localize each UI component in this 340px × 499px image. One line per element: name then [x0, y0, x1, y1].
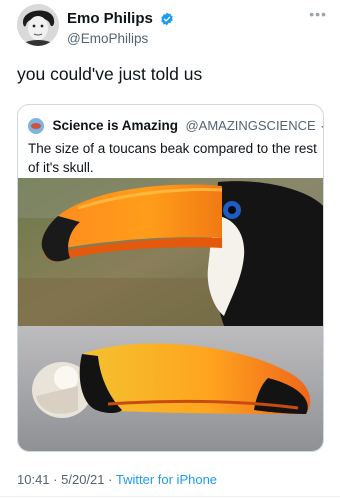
tweet-header: Emo Philips @EmoPhilips ••• — [17, 4, 327, 48]
separator-dot: · — [108, 472, 113, 487]
avatar-portrait-icon — [17, 4, 59, 46]
divider — [0, 496, 340, 497]
more-dots-icon[interactable]: ••• — [309, 6, 327, 22]
verified-badge-icon — [161, 12, 174, 26]
tweet-meta: 10:41 · 5/20/21 · Twitter for iPhone — [17, 472, 217, 487]
quoted-media[interactable] — [18, 178, 323, 451]
author-display-name[interactable]: Emo Philips — [67, 10, 153, 27]
quoted-handle: @AMAZINGSCIENCE — [185, 118, 316, 134]
tweet-source-link[interactable]: Twitter for iPhone — [116, 472, 217, 487]
quoted-tweet-header: Science is Amazing @AMAZINGSCIENCE · 9h — [28, 117, 323, 135]
tweet-date[interactable]: 5/20/21 — [61, 472, 104, 487]
separator-dot: · — [53, 472, 58, 487]
tweet-time[interactable]: 10:41 — [17, 472, 50, 487]
quoted-tweet[interactable]: Science is Amazing @AMAZINGSCIENCE · 9h … — [17, 104, 324, 452]
quoted-tweet-text: The size of a toucans beak compared to t… — [28, 141, 317, 175]
tweet-text: you could've just told us — [17, 64, 203, 84]
avatar[interactable] — [17, 4, 59, 46]
author-handle[interactable]: @EmoPhilips — [67, 31, 174, 46]
toucan-photo — [18, 178, 323, 451]
quoted-avatar — [28, 117, 44, 134]
separator-dot: · — [320, 118, 323, 133]
author-block: Emo Philips @EmoPhilips — [67, 10, 174, 46]
quoted-display-name: Science is Amazing — [52, 118, 179, 134]
